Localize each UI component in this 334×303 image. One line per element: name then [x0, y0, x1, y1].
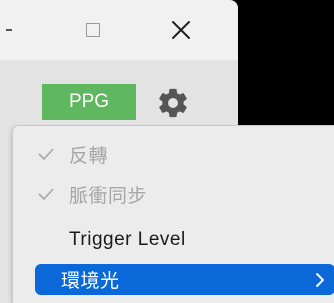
menu-item-label: Trigger Level — [69, 229, 186, 250]
menu-item-trigger-level[interactable]: Trigger Level — [23, 220, 334, 260]
maximize-button[interactable] — [70, 8, 116, 52]
menu-item-label: 脈衝同步 — [69, 184, 148, 207]
context-menu: 反轉 脈衝同步 Trigger Level 環境光 — [12, 125, 334, 303]
close-button[interactable] — [158, 8, 204, 52]
chevron-right-icon — [316, 273, 324, 287]
menu-item-invert[interactable]: 反轉 — [23, 134, 334, 174]
maximize-icon — [86, 23, 100, 37]
minimize-button[interactable] — [0, 8, 18, 52]
menu-item-label: 環境光 — [61, 270, 120, 292]
close-icon — [172, 21, 190, 39]
menu-item-ambient-light[interactable]: 環境光 — [35, 264, 334, 295]
gear-icon — [159, 88, 187, 118]
settings-button[interactable] — [152, 82, 194, 124]
minimize-icon — [6, 29, 12, 31]
menu-item-pulse-sync[interactable]: 脈衝同步 — [23, 174, 334, 214]
checkmark-icon — [23, 187, 69, 201]
titlebar — [0, 0, 238, 60]
checkmark-icon — [23, 147, 69, 161]
menu-item-label: 反轉 — [69, 144, 109, 167]
ppg-button[interactable]: PPG — [42, 84, 136, 120]
